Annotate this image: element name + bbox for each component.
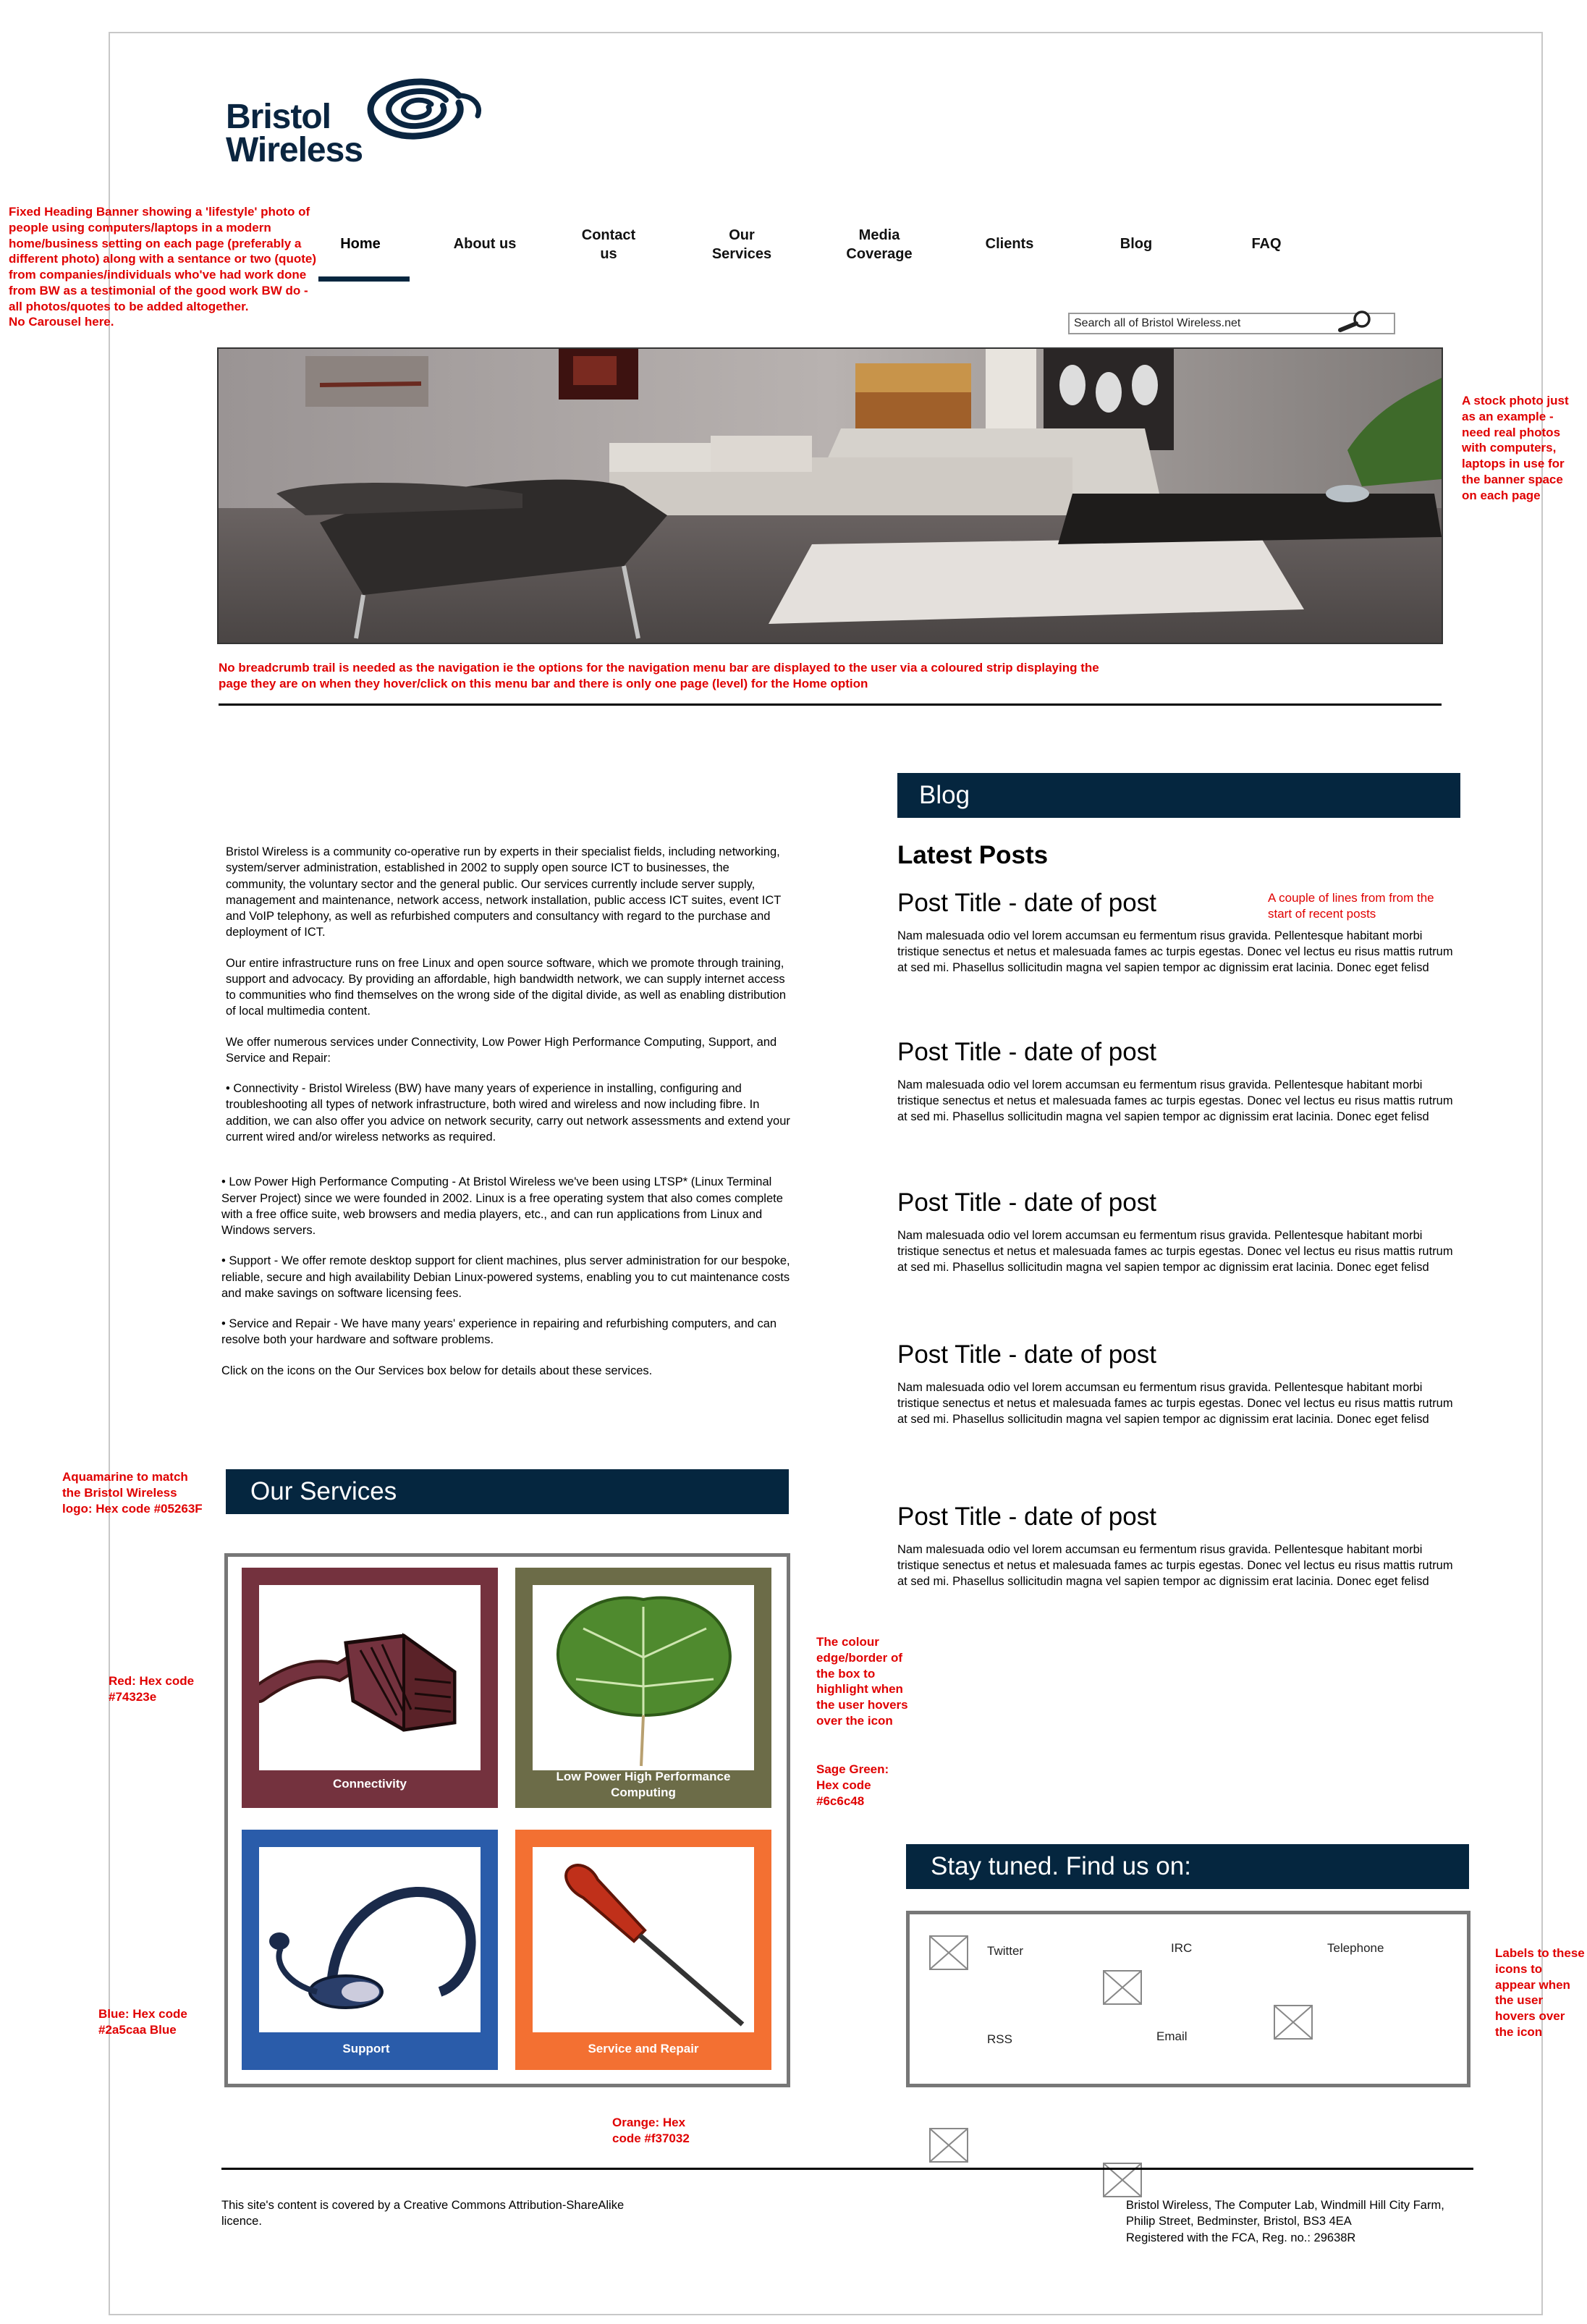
post-excerpt: Nam malesuada odio vel lorem accumsan eu… [897,929,1453,975]
annotation-breadcrumb-note: No breadcrumb trail is needed as the nav… [219,661,1099,690]
nav-faq[interactable]: FAQ [1223,234,1310,253]
intro-paragraph: • Connectivity - Bristol Wireless (BW) h… [226,1082,790,1144]
intro-paragraph: Our entire infrastructure runs on free L… [226,956,787,1018]
nav-active-indicator [318,276,410,282]
nav-our-services-label: Our Services [711,227,772,262]
post-excerpt: Nam malesuada odio vel lorem accumsan eu… [897,1078,1453,1124]
intro-paragraph: • Service and Repair - We have many year… [221,1317,777,1347]
twitter-icon[interactable] [929,1935,968,1970]
service-tile-low-power-computing[interactable]: Low Power High Performance Computing [515,1568,771,1808]
annotation-orange: Orange: Hex code #f37032 [612,2116,690,2145]
post-title[interactable]: Post Title - date of post [897,1340,1462,1369]
telephone-icon[interactable] [1274,2005,1313,2040]
blog-heading-bar[interactable]: Blog [897,773,1460,818]
nav-blog[interactable]: Blog [1093,234,1180,253]
nav-home-label: Home [340,236,381,252]
nav-about-us[interactable]: About us [434,234,536,253]
nav-media-coverage-label: Media Coverage [846,227,913,262]
service-tile-support[interactable]: Support [242,1830,498,2070]
screwdriver-icon [564,1864,745,2027]
footer-divider [221,2168,1473,2170]
twitter-label[interactable]: Twitter [987,1944,1023,1959]
telephone-label[interactable]: Telephone [1327,1941,1384,1956]
post-title[interactable]: Post Title - date of post [897,889,1462,918]
service-image-connectivity [259,1585,481,1770]
service-image-low-power [533,1585,754,1770]
post-title[interactable]: Post Title - date of post [897,1188,1462,1217]
service-tile-connectivity[interactable]: Connectivity [242,1568,498,1808]
post-title[interactable]: Post Title - date of post [897,1503,1462,1531]
post-excerpt: Nam malesuada odio vel lorem accumsan eu… [897,1381,1453,1427]
post-excerpt: Nam malesuada odio vel lorem accumsan eu… [897,1229,1453,1275]
intro-paragraph: • Low Power High Performance Computing -… [221,1175,783,1238]
blog-post[interactable]: Post Title - date of post Nam malesuada … [897,1340,1462,1427]
nav-home[interactable]: Home [311,234,410,253]
blog-post[interactable]: Post Title - date of post Nam malesuada … [897,1188,1462,1275]
service-image-service-repair [533,1847,754,2032]
blog-post[interactable]: Post Title - date of post Nam malesuada … [897,889,1462,976]
service-tile-service-and-repair[interactable]: Service and Repair [515,1830,771,2070]
social-box [906,1911,1470,2087]
nav-contact-us[interactable]: Contact us [562,226,656,263]
annotation-sage: Sage Green: Hex code #6c6c48 [816,1762,889,1808]
irc-label[interactable]: IRC [1171,1941,1192,1956]
annotation-blue: Blue: Hex code #2a5caa Blue [98,2007,187,2037]
stay-tuned-heading-bar: Stay tuned. Find us on: [906,1844,1469,1889]
search-icon[interactable] [1336,310,1376,334]
logo-text-wireless: Wireless [226,131,363,169]
our-services-heading-bar[interactable]: Our Services [226,1469,789,1514]
post-excerpt: Nam malesuada odio vel lorem accumsan eu… [897,1543,1453,1589]
nav-clients-label: Clients [985,236,1034,252]
blog-post[interactable]: Post Title - date of post Nam malesuada … [897,1038,1462,1125]
nav-our-services[interactable]: Our Services [695,226,789,263]
logo-text-bristol: Bristol [226,98,331,136]
service-label-low-power: Low Power High Performance Computing [556,1770,731,1800]
intro-paragraph: Bristol Wireless is a community co-opera… [226,845,782,939]
annotation-colour-edge: The colour edge/border of the box to hig… [816,1635,908,1728]
nav-faq-label: FAQ [1251,236,1282,252]
service-image-support [259,1847,481,2032]
email-label[interactable]: Email [1156,2029,1188,2044]
search-placeholder: Search all of Bristol Wireless.net [1074,317,1241,329]
logo[interactable]: Bristol Wireless [226,74,486,168]
our-services-heading: Our Services [250,1477,397,1505]
nav-contact-us-label: Contact us [581,227,636,262]
annotation-labels-icons: Labels to these icons to appear when the… [1495,1946,1585,2039]
service-label-connectivity: Connectivity [332,1777,407,1791]
logo-swirl-icon [367,78,481,140]
annotation-stock-photo: A stock photo just as an example - need … [1462,394,1569,502]
main-nav: Home About us Contact us Our Services Me… [311,219,1324,284]
network-cable-icon [259,1633,457,1732]
blog-post[interactable]: Post Title - date of post Nam malesuada … [897,1503,1462,1589]
intro-text: Bristol Wireless is a community co-opera… [221,844,790,1393]
post-title[interactable]: Post Title - date of post [897,1038,1462,1067]
intro-paragraph: We offer numerous services under Connect… [226,1035,777,1065]
latest-posts-heading: Latest Posts [897,841,1049,869]
nav-media-coverage[interactable]: Media Coverage [825,226,934,263]
nav-blog-label: Blog [1120,236,1153,252]
nav-clients[interactable]: Clients [962,234,1057,253]
service-label-service-repair: Service and Repair [588,2042,699,2055]
rss-icon[interactable] [929,2128,968,2163]
service-label-support: Support [342,2042,390,2055]
footer-license: This site's content is covered by a Crea… [221,2199,625,2228]
nav-about-us-label: About us [453,236,517,252]
banner-image [217,347,1443,644]
blog-heading: Blog [919,781,970,809]
stay-tuned-heading: Stay tuned. Find us on: [931,1852,1191,1880]
rss-label[interactable]: RSS [987,2032,1012,2047]
leaf-icon [556,1596,732,1767]
intro-paragraph: Click on the icons on the Our Services b… [221,1364,653,1377]
annotation-aquamarine: Aquamarine to match the Bristol Wireless… [62,1470,203,1516]
intro-paragraph: • Support - We offer remote desktop supp… [221,1254,790,1300]
irc-icon[interactable] [1103,1970,1142,2005]
footer-address: Bristol Wireless, The Computer Lab, Wind… [1126,2199,1444,2244]
banner-photo [219,349,1442,643]
annotation-red: Red: Hex code #74323e [109,1674,195,1704]
header-divider [219,703,1442,706]
headset-icon [269,1886,476,2009]
annotation-banner-note: Fixed Heading Banner showing a 'lifestyl… [9,205,316,329]
